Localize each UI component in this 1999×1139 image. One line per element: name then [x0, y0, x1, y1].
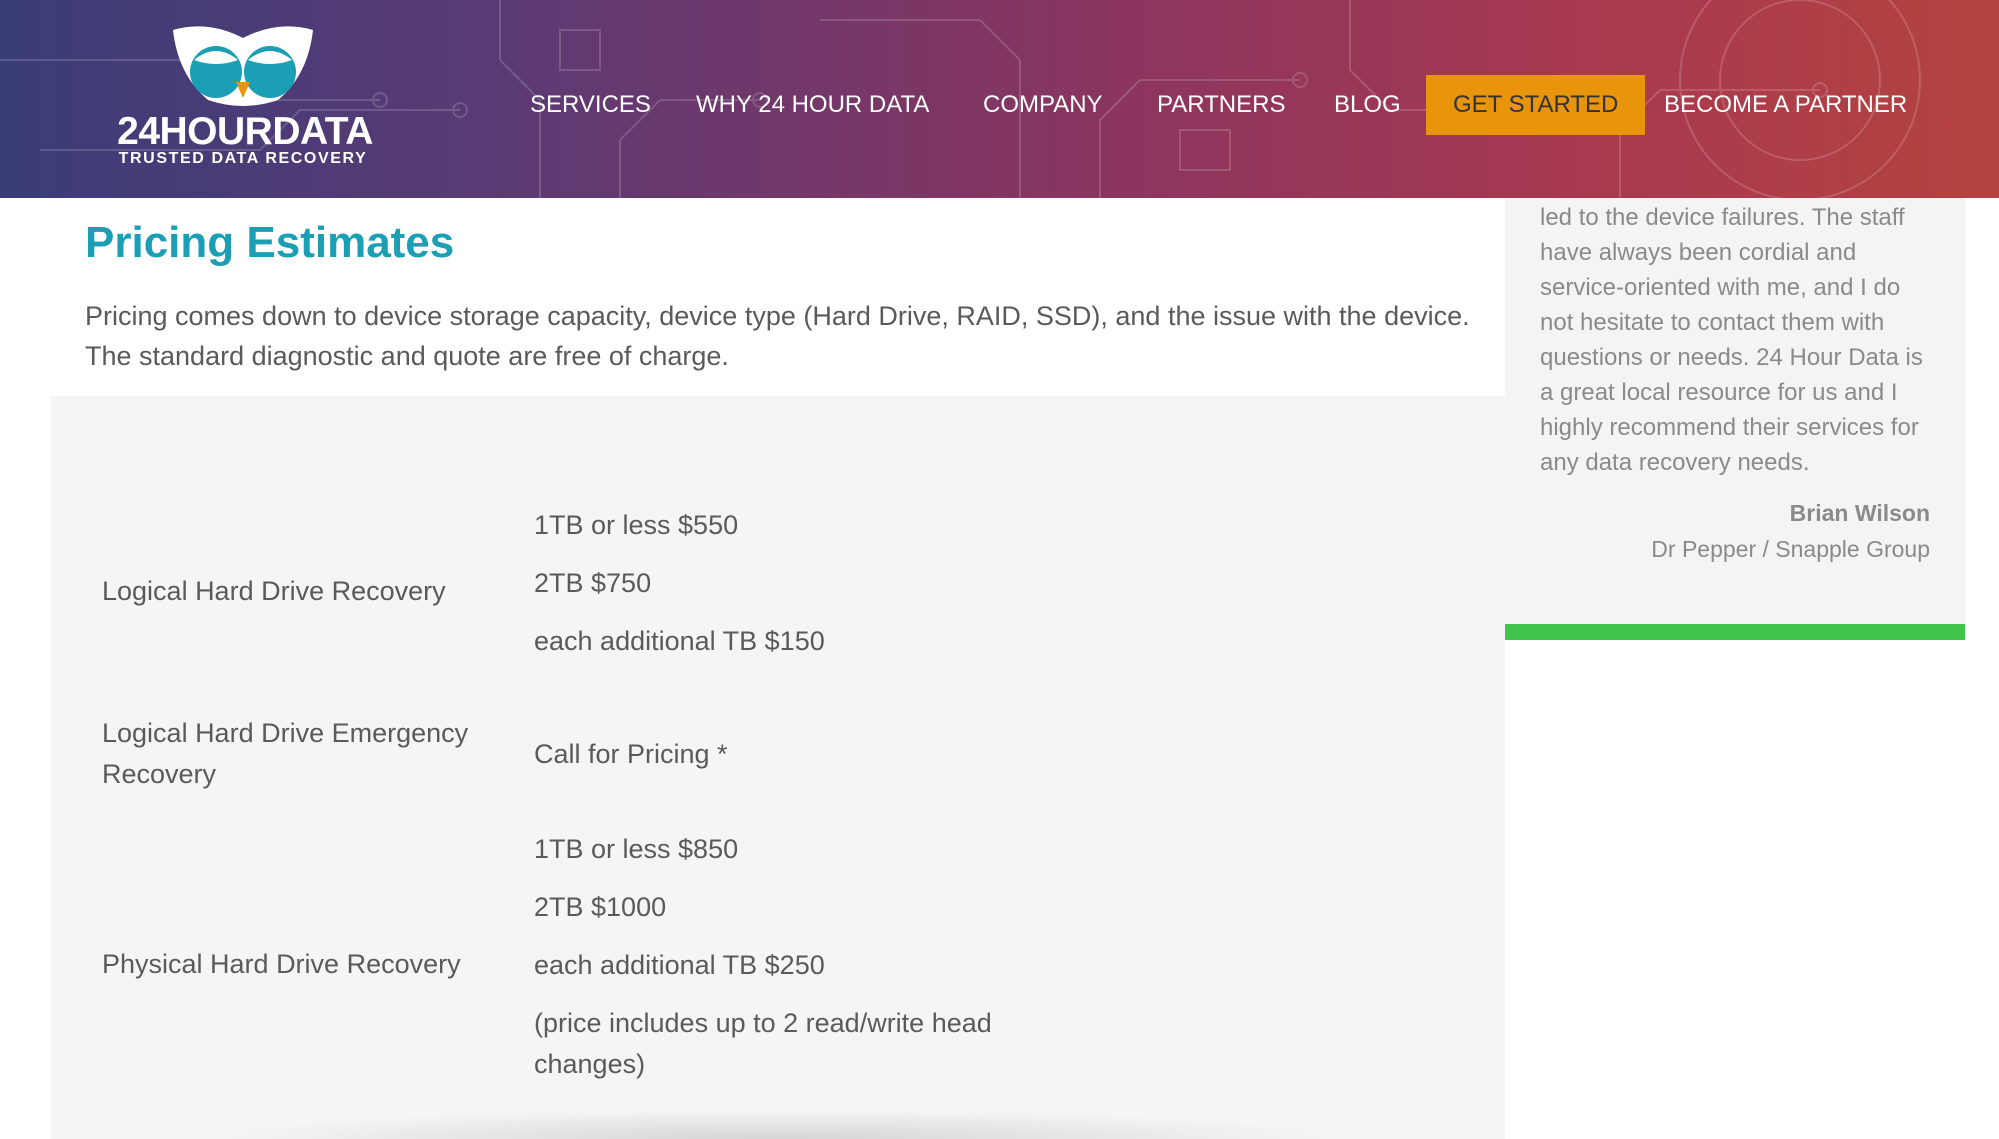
main-nav: SERVICES WHY 24 HOUR DATA COMPANY PARTNE…: [0, 75, 1999, 135]
price-line: 1TB or less $850: [534, 834, 739, 864]
logo-subtitle: TRUSTED DATA RECOVERY: [118, 150, 368, 167]
site-header: 24HOURDATA TRUSTED DATA RECOVERY SERVICE…: [0, 0, 1999, 198]
testimonial-author: Brian Wilson: [1789, 500, 1930, 526]
testimonial-company: Dr Pepper / Snapple Group: [1651, 536, 1930, 562]
get-started-button[interactable]: GET STARTED: [1426, 75, 1646, 135]
price-line: each additional TB $250: [534, 950, 825, 980]
price-line: Call for Pricing *: [534, 739, 728, 769]
testimonial-quote: led to the device failures. The staff ha…: [1540, 204, 1923, 476]
page-title: Pricing Estimates: [85, 218, 455, 267]
price-line: 2TB $1000: [534, 892, 667, 922]
nav-company[interactable]: COMPANY: [983, 75, 1103, 135]
nav-services[interactable]: SERVICES: [530, 75, 651, 135]
price-line: each additional TB $150: [534, 626, 825, 656]
nav-become-a-partner[interactable]: BECOME A PARTNER: [1664, 75, 1907, 135]
price-line: (price includes up to 2 read/write head …: [534, 1008, 992, 1079]
service-name: Physical Hard Drive Recovery: [102, 949, 461, 979]
nav-why-24-hour-data[interactable]: WHY 24 HOUR DATA: [696, 75, 929, 135]
price-line: 2TB $750: [534, 568, 652, 598]
price-line: 1TB or less $550: [534, 510, 739, 540]
nav-blog[interactable]: BLOG: [1334, 75, 1401, 135]
nav-partners[interactable]: PARTNERS: [1157, 75, 1285, 135]
pricing-intro: Pricing comes down to device storage cap…: [85, 301, 1470, 371]
panel-shadow: [201, 1109, 1351, 1139]
service-name: Logical Hard Drive Emergency Recovery: [102, 718, 469, 789]
service-name: Logical Hard Drive Recovery: [102, 576, 446, 606]
testimonial-card: led to the device failures. The staff ha…: [1505, 198, 1965, 624]
accent-bar: [1505, 624, 1965, 640]
